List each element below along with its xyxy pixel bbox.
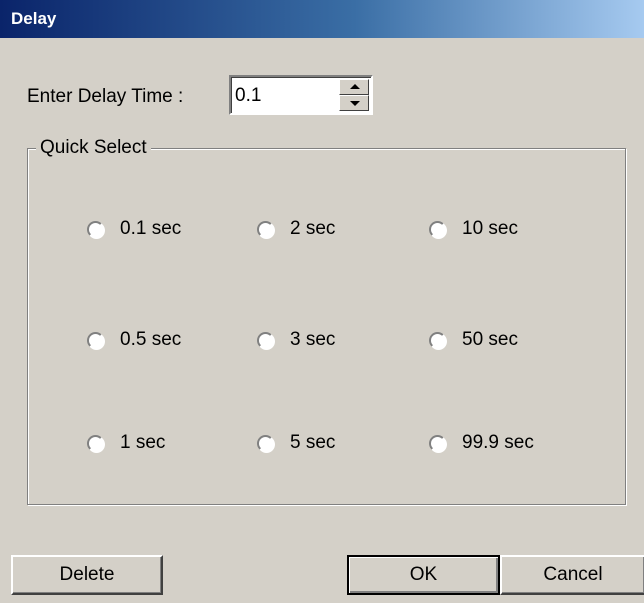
delay-time-spinbox[interactable] [229,75,373,115]
radio-unselected-icon [429,220,446,238]
delete-button[interactable]: Delete [11,555,163,595]
radio-unselected-icon [257,220,274,238]
radio-unselected-icon [87,434,104,452]
radio-label: 1 sec [120,432,166,453]
radio-option-1-sec[interactable]: 1 sec [87,432,165,454]
delay-dialog: Delay Enter Delay Time : Quick Select 0.… [0,0,644,603]
radio-label: 50 sec [462,329,518,350]
radio-label: 5 sec [290,432,336,453]
radio-option-5-sec[interactable]: 5 sec [257,432,335,454]
delay-time-input[interactable] [235,84,335,108]
radio-label: 99.9 sec [462,432,534,453]
window-title: Delay [11,9,57,28]
radio-option-50-sec[interactable]: 50 sec [429,329,518,351]
radio-unselected-icon [429,434,446,452]
radio-option-0-1-sec[interactable]: 0.1 sec [87,218,181,240]
radio-option-3-sec[interactable]: 3 sec [257,329,335,351]
spin-up-arrow-icon [350,84,360,89]
radio-option-10-sec[interactable]: 10 sec [429,218,518,240]
radio-option-2-sec[interactable]: 2 sec [257,218,335,240]
spin-down-arrow-icon [350,101,360,106]
delay-time-label: Enter Delay Time : [27,86,184,107]
radio-option-0-5-sec[interactable]: 0.5 sec [87,329,181,351]
ok-button[interactable]: OK [347,555,500,595]
radio-unselected-icon [87,331,104,349]
title-bar[interactable]: Delay [0,0,644,38]
radio-unselected-icon [257,331,274,349]
cancel-button[interactable]: Cancel [500,555,644,595]
radio-option-99-9-sec[interactable]: 99.9 sec [429,432,534,454]
spin-down-button[interactable] [339,95,369,111]
radio-label: 0.5 sec [120,329,182,350]
spin-up-button[interactable] [339,79,369,95]
radio-label: 10 sec [462,218,518,239]
radio-label: 3 sec [290,329,336,350]
radio-label: 2 sec [290,218,336,239]
radio-unselected-icon [257,434,274,452]
radio-label: 0.1 sec [120,218,182,239]
quick-select-title: Quick Select [36,137,151,159]
radio-unselected-icon [87,220,104,238]
radio-unselected-icon [429,331,446,349]
spin-buttons [339,79,369,111]
